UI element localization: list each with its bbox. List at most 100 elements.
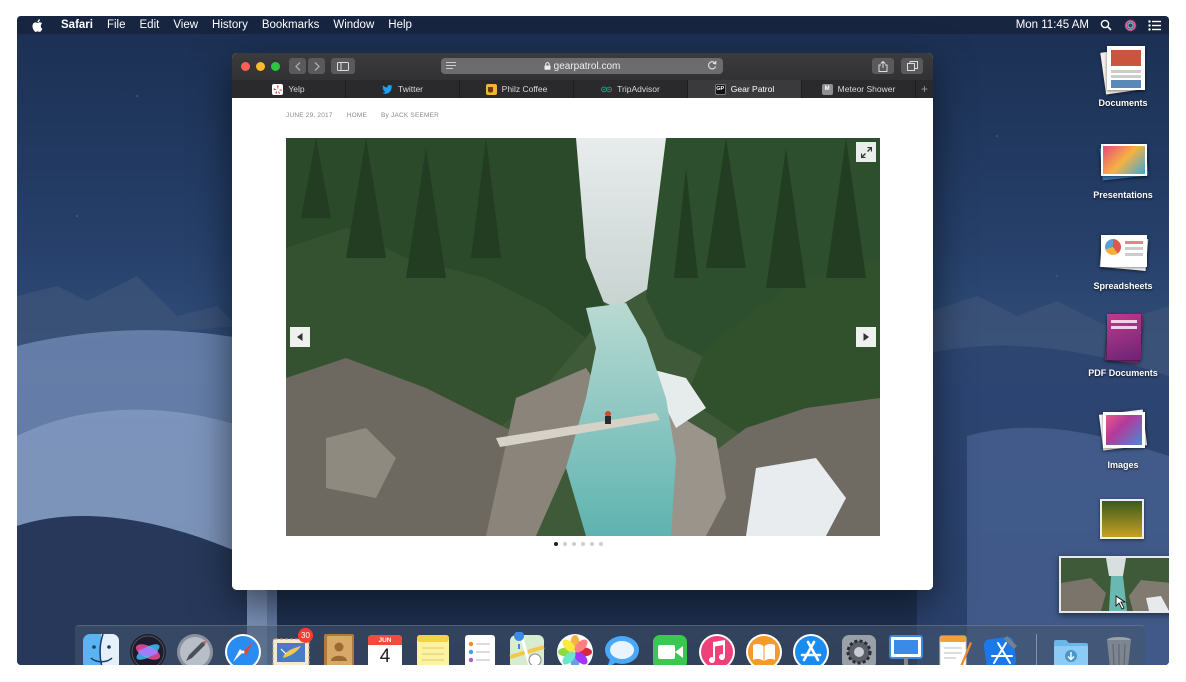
expand-image-button[interactable]: [856, 142, 876, 162]
dock-finder[interactable]: [81, 632, 121, 665]
gear-icon: [842, 635, 876, 665]
tab-gear-patrol[interactable]: GP Gear Patrol: [688, 80, 802, 98]
dock-contacts[interactable]: [318, 632, 358, 665]
stack-label: Documents: [1098, 98, 1148, 108]
photos-icon: [557, 634, 593, 665]
facetime-icon: [653, 635, 687, 665]
partial-stack-icon[interactable]: [1100, 499, 1144, 539]
dock-books[interactable]: [744, 632, 784, 665]
dock: 30 JUN 4: [75, 625, 1145, 665]
fullscreen-window-button[interactable]: [271, 62, 280, 71]
carousel-next-button[interactable]: [856, 327, 876, 347]
dock-notes[interactable]: [413, 632, 453, 665]
back-button[interactable]: [289, 58, 306, 74]
hero-image-carousel[interactable]: [286, 138, 880, 536]
dock-pages[interactable]: [934, 632, 974, 665]
tab-philz-coffee[interactable]: Philz Coffee: [460, 80, 574, 98]
dock-trash[interactable]: [1099, 632, 1139, 665]
carousel-dot[interactable]: [572, 542, 576, 546]
close-window-button[interactable]: [241, 62, 250, 71]
pages-icon: [939, 635, 972, 665]
share-icon: [878, 60, 888, 72]
tab-overview-button[interactable]: [901, 58, 923, 74]
reader-view-icon[interactable]: [446, 61, 456, 73]
menu-view[interactable]: View: [166, 16, 205, 34]
menu-window[interactable]: Window: [326, 16, 381, 34]
tab-label: Meteor Shower: [837, 84, 896, 94]
tab-label: Gear Patrol: [730, 84, 775, 94]
dock-xcode[interactable]: [981, 632, 1021, 665]
menu-edit[interactable]: Edit: [133, 16, 167, 34]
tab-label: Yelp: [288, 84, 305, 94]
menu-history[interactable]: History: [205, 16, 255, 34]
carousel-dot[interactable]: [599, 542, 603, 546]
dock-messages[interactable]: [602, 632, 642, 665]
xcode-icon: [983, 636, 1017, 665]
maps-icon: [509, 631, 545, 665]
stack-pdf-documents[interactable]: PDF Documents: [1075, 314, 1169, 378]
stack-documents[interactable]: Documents: [1075, 44, 1169, 108]
screenshot-thumbnail[interactable]: [1059, 556, 1169, 613]
stack-images[interactable]: Images: [1075, 406, 1169, 470]
menu-app-safari[interactable]: Safari: [54, 16, 100, 34]
dock-calendar[interactable]: JUN 4: [365, 632, 405, 665]
stack-presentations[interactable]: Presentations: [1075, 136, 1169, 200]
article-date: JUNE 29, 2017: [286, 112, 333, 119]
stack-label: PDF Documents: [1088, 368, 1158, 378]
minimize-window-button[interactable]: [256, 62, 265, 71]
tab-tripadvisor[interactable]: TripAdvisor: [574, 80, 688, 98]
spreadsheets-stack-icon: [1097, 227, 1149, 277]
trash-icon: [1107, 637, 1131, 665]
article-section-link[interactable]: HOME: [347, 112, 367, 119]
article-byline[interactable]: By JACK SEEMER: [381, 112, 439, 119]
dock-maps[interactable]: [507, 631, 547, 665]
menu-bookmarks[interactable]: Bookmarks: [255, 16, 327, 34]
forward-button[interactable]: [308, 58, 325, 74]
tab-bar: Yelp Twitter Philz Coffee TripAdvisor GP…: [232, 80, 933, 98]
meteor-icon: M: [821, 83, 833, 95]
menu-clock[interactable]: Mon 11:45 AM: [1016, 19, 1089, 31]
dock-safari[interactable]: [223, 632, 263, 665]
sidebar-toggle-button[interactable]: [331, 58, 355, 74]
share-button[interactable]: [872, 58, 894, 74]
carousel-prev-button[interactable]: [290, 327, 310, 347]
desktop: Safari File Edit View History Bookmarks …: [17, 16, 1169, 665]
spotlight-search-icon[interactable]: [1099, 18, 1113, 32]
dock-keynote[interactable]: [886, 632, 926, 665]
yelp-icon: [272, 83, 284, 95]
carousel-dot[interactable]: [554, 542, 558, 546]
finder-icon: [83, 633, 119, 665]
dock-launchpad[interactable]: [175, 632, 215, 665]
images-stack-icon: [1097, 406, 1149, 456]
menu-file[interactable]: File: [100, 16, 133, 34]
menu-help[interactable]: Help: [381, 16, 419, 34]
dock-mail[interactable]: 30: [271, 628, 313, 665]
carousel-dot[interactable]: [563, 542, 567, 546]
reload-icon[interactable]: [707, 60, 717, 73]
dock-facetime[interactable]: [650, 632, 690, 665]
notification-center-icon[interactable]: [1147, 18, 1161, 32]
tab-yelp[interactable]: Yelp: [232, 80, 346, 98]
dock-reminders[interactable]: [460, 632, 500, 665]
dock-siri[interactable]: [128, 632, 168, 665]
tab-twitter[interactable]: Twitter: [346, 80, 460, 98]
dock-downloads-folder[interactable]: [1051, 632, 1091, 665]
calendar-day: 4: [379, 646, 391, 666]
address-bar[interactable]: gearpatrol.com: [441, 58, 723, 74]
apple-menu-icon[interactable]: [30, 18, 44, 32]
carousel-dot[interactable]: [581, 542, 585, 546]
menu-bar: Safari File Edit View History Bookmarks …: [17, 16, 1169, 34]
dock-system-preferences[interactable]: [839, 632, 879, 665]
dock-photos[interactable]: [555, 632, 595, 665]
twitter-icon: [381, 84, 393, 95]
dock-app-store[interactable]: [791, 632, 831, 665]
dock-itunes[interactable]: [697, 632, 737, 665]
siri-menu-icon[interactable]: [1123, 18, 1137, 32]
stack-spreadsheets[interactable]: Spreadsheets: [1075, 227, 1169, 291]
plus-icon: +: [920, 82, 928, 96]
new-tab-button[interactable]: +: [916, 80, 933, 98]
triangle-right-icon: [863, 333, 869, 341]
tab-meteor-shower[interactable]: M Meteor Shower: [802, 80, 916, 98]
carousel-dot[interactable]: [590, 542, 594, 546]
notes-icon: [417, 635, 449, 665]
